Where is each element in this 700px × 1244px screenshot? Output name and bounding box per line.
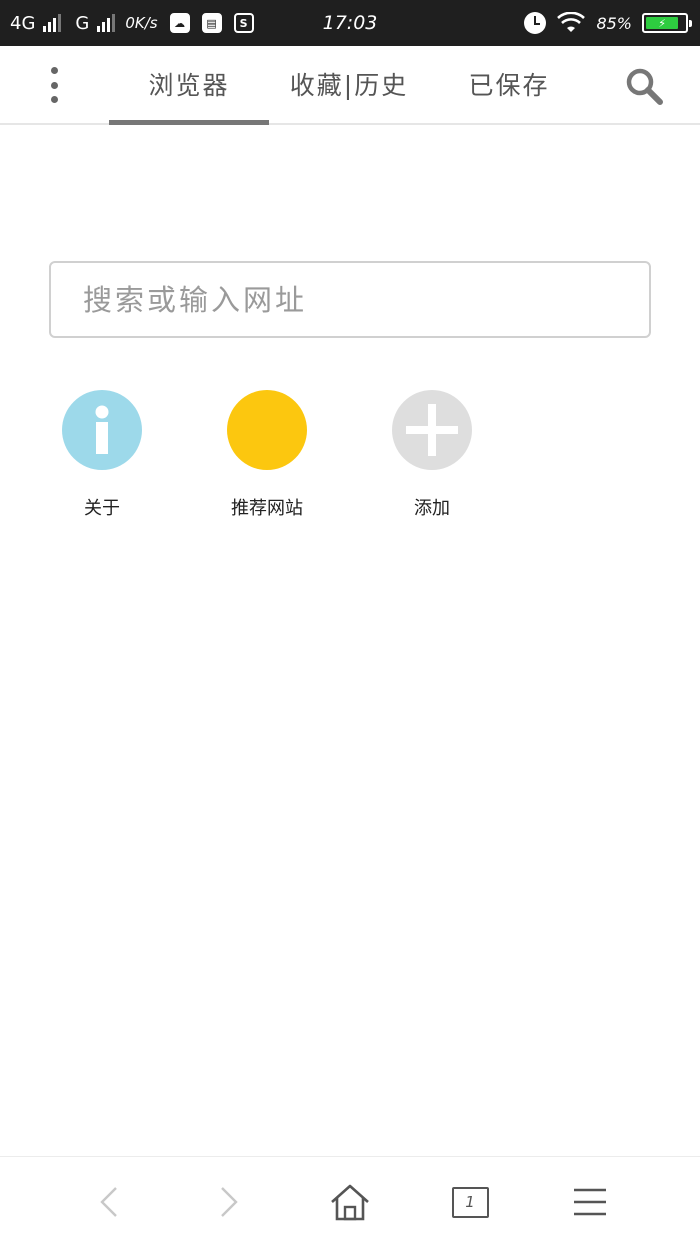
bottom-toolbar: 1: [0, 1156, 700, 1244]
tabs-button[interactable]: 1: [445, 1177, 495, 1227]
tab-saved[interactable]: 已保存: [429, 46, 589, 125]
hamburger-menu-icon: [574, 1188, 606, 1216]
battery-percent: 85%: [596, 13, 632, 33]
back-button[interactable]: [84, 1177, 134, 1227]
speed-dial-label: 添加: [414, 498, 450, 519]
alarm-icon: [524, 12, 547, 34]
home-button[interactable]: [325, 1177, 375, 1227]
speed-dial-label: 关于: [84, 498, 120, 519]
main-menu-button[interactable]: [565, 1177, 615, 1227]
chevron-left-icon: [100, 1187, 117, 1217]
status-bar: 4G G 0K/s ☁ ▤ S 17:03 85% ⚡: [0, 0, 700, 46]
status-right: 85% ⚡: [524, 0, 692, 46]
overflow-menu-icon[interactable]: [44, 67, 64, 103]
chevron-right-icon: [221, 1187, 238, 1217]
search-input[interactable]: [49, 261, 651, 338]
wifi-icon: [557, 12, 586, 32]
plus-icon: [392, 390, 472, 470]
speed-dial-about[interactable]: 关于: [37, 390, 167, 520]
home-icon: [331, 1184, 369, 1221]
speed-dial-recommended-sites[interactable]: 推荐网站: [202, 390, 332, 520]
battery-charging-icon: ⚡: [646, 17, 679, 30]
recommended-sites-icon: [227, 390, 307, 470]
forward-button[interactable]: [204, 1177, 254, 1227]
speed-dial-label: 推荐网站: [231, 498, 303, 519]
search-icon[interactable]: [624, 66, 664, 106]
info-icon: [62, 390, 142, 470]
top-bar: 浏览器 收藏|历史 已保存: [0, 46, 700, 125]
battery-icon: ⚡: [642, 13, 692, 33]
tab-bookmarks-history[interactable]: 收藏|历史: [269, 46, 429, 125]
tab-browser[interactable]: 浏览器: [109, 46, 269, 125]
speed-dial-add[interactable]: 添加: [367, 390, 497, 520]
tab-count-badge: 1: [451, 1186, 489, 1218]
active-tab-indicator: [109, 120, 269, 125]
